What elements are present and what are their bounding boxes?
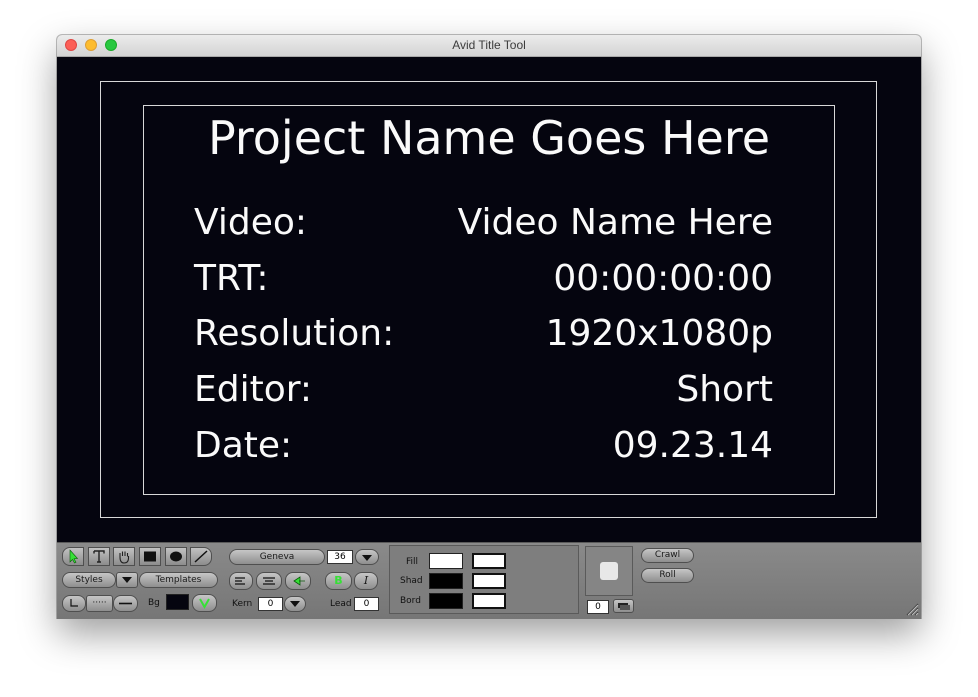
text-tool-button[interactable] xyxy=(88,547,110,566)
editor-value[interactable]: Short xyxy=(676,368,773,412)
resolution-label[interactable]: Resolution: xyxy=(194,312,394,356)
border-transparency-swatch[interactable] xyxy=(472,593,506,609)
text-tool-icon xyxy=(93,550,105,563)
fill-transparency-swatch[interactable] xyxy=(472,553,506,569)
title-tool-window: Avid Title Tool Project Name Goes Here V… xyxy=(57,35,921,618)
shadow-type-button[interactable] xyxy=(613,599,634,613)
trt-label[interactable]: TRT: xyxy=(194,257,269,301)
italic-button[interactable]: I xyxy=(354,572,378,590)
border-label: Bord xyxy=(400,596,421,606)
line-corner-button[interactable] xyxy=(62,595,86,612)
shadow-type-icon xyxy=(618,603,630,610)
hand-icon xyxy=(119,551,130,564)
styles-button[interactable]: Styles xyxy=(62,572,116,588)
title-bar[interactable]: Avid Title Tool xyxy=(57,35,921,57)
selection-tool-button[interactable] xyxy=(62,547,84,566)
kern-field[interactable]: 0 xyxy=(258,597,283,611)
shadow-depth-box[interactable] xyxy=(585,546,633,596)
border-color-swatch[interactable] xyxy=(429,593,463,609)
editor-label[interactable]: Editor: xyxy=(194,368,312,412)
ellipse-icon xyxy=(170,551,182,562)
styles-dropdown[interactable] xyxy=(116,572,138,588)
bg-label: Bg xyxy=(148,598,160,608)
background-color-swatch[interactable] xyxy=(166,594,189,610)
roll-button[interactable]: Roll xyxy=(641,568,694,583)
rectangle-icon xyxy=(144,551,156,562)
rectangle-tool-button[interactable] xyxy=(139,547,161,566)
check-v-icon xyxy=(199,598,210,610)
lead-label: Lead xyxy=(330,599,352,609)
crawl-button[interactable]: Crawl xyxy=(641,548,694,563)
templates-button[interactable]: Templates xyxy=(139,572,218,588)
kern-label: Kern xyxy=(232,599,253,609)
hand-tool-button[interactable] xyxy=(113,547,135,566)
resolution-value[interactable]: 1920x1080p xyxy=(546,312,773,356)
shadow-label: Shad xyxy=(400,576,423,586)
shadow-depth-handle[interactable] xyxy=(600,562,618,580)
fill-color-swatch[interactable] xyxy=(429,553,463,569)
background-visible-toggle[interactable] xyxy=(192,594,217,612)
align-left-button[interactable] xyxy=(229,572,253,590)
bold-button[interactable]: B xyxy=(325,572,352,590)
shadow-transparency-swatch[interactable] xyxy=(472,573,506,589)
title-canvas[interactable]: Project Name Goes Here Video: Video Name… xyxy=(57,57,921,542)
project-title-text[interactable]: Project Name Goes Here xyxy=(143,111,835,165)
chevron-down-icon xyxy=(290,601,300,607)
align-center-button[interactable] xyxy=(256,572,282,590)
line-dash-button[interactable]: ····· xyxy=(86,595,113,612)
video-value[interactable]: Video Name Here xyxy=(458,201,773,245)
font-size-field[interactable]: 36 xyxy=(327,550,353,564)
fill-label: Fill xyxy=(406,557,419,567)
line-tool-button[interactable] xyxy=(190,547,212,566)
video-label[interactable]: Video: xyxy=(194,201,307,245)
lead-field[interactable]: 0 xyxy=(354,597,379,611)
chevron-down-icon xyxy=(122,577,132,583)
kern-dropdown[interactable] xyxy=(284,596,306,612)
line-width-button[interactable] xyxy=(113,595,138,612)
shadow-depth-field[interactable]: 0 xyxy=(587,600,609,614)
date-label[interactable]: Date: xyxy=(194,424,292,468)
corner-icon xyxy=(70,599,78,607)
arrow-icon xyxy=(69,549,79,564)
line-width-icon xyxy=(119,602,132,605)
line-icon xyxy=(194,550,208,563)
ellipse-tool-button[interactable] xyxy=(165,547,187,566)
align-left-icon xyxy=(235,577,245,585)
chevron-down-icon xyxy=(362,555,372,561)
align-right-button[interactable] xyxy=(285,572,311,590)
trt-value[interactable]: 00:00:00:00 xyxy=(553,257,773,301)
window-title: Avid Title Tool xyxy=(452,38,526,52)
font-size-dropdown[interactable] xyxy=(355,549,379,565)
date-value[interactable]: 09.23.14 xyxy=(613,424,773,468)
align-center-icon xyxy=(263,577,275,585)
align-right-arrow-icon xyxy=(293,576,305,586)
resize-grip-icon[interactable] xyxy=(905,602,919,616)
shadow-color-swatch[interactable] xyxy=(429,573,463,589)
font-name-button[interactable]: Geneva xyxy=(229,549,325,565)
